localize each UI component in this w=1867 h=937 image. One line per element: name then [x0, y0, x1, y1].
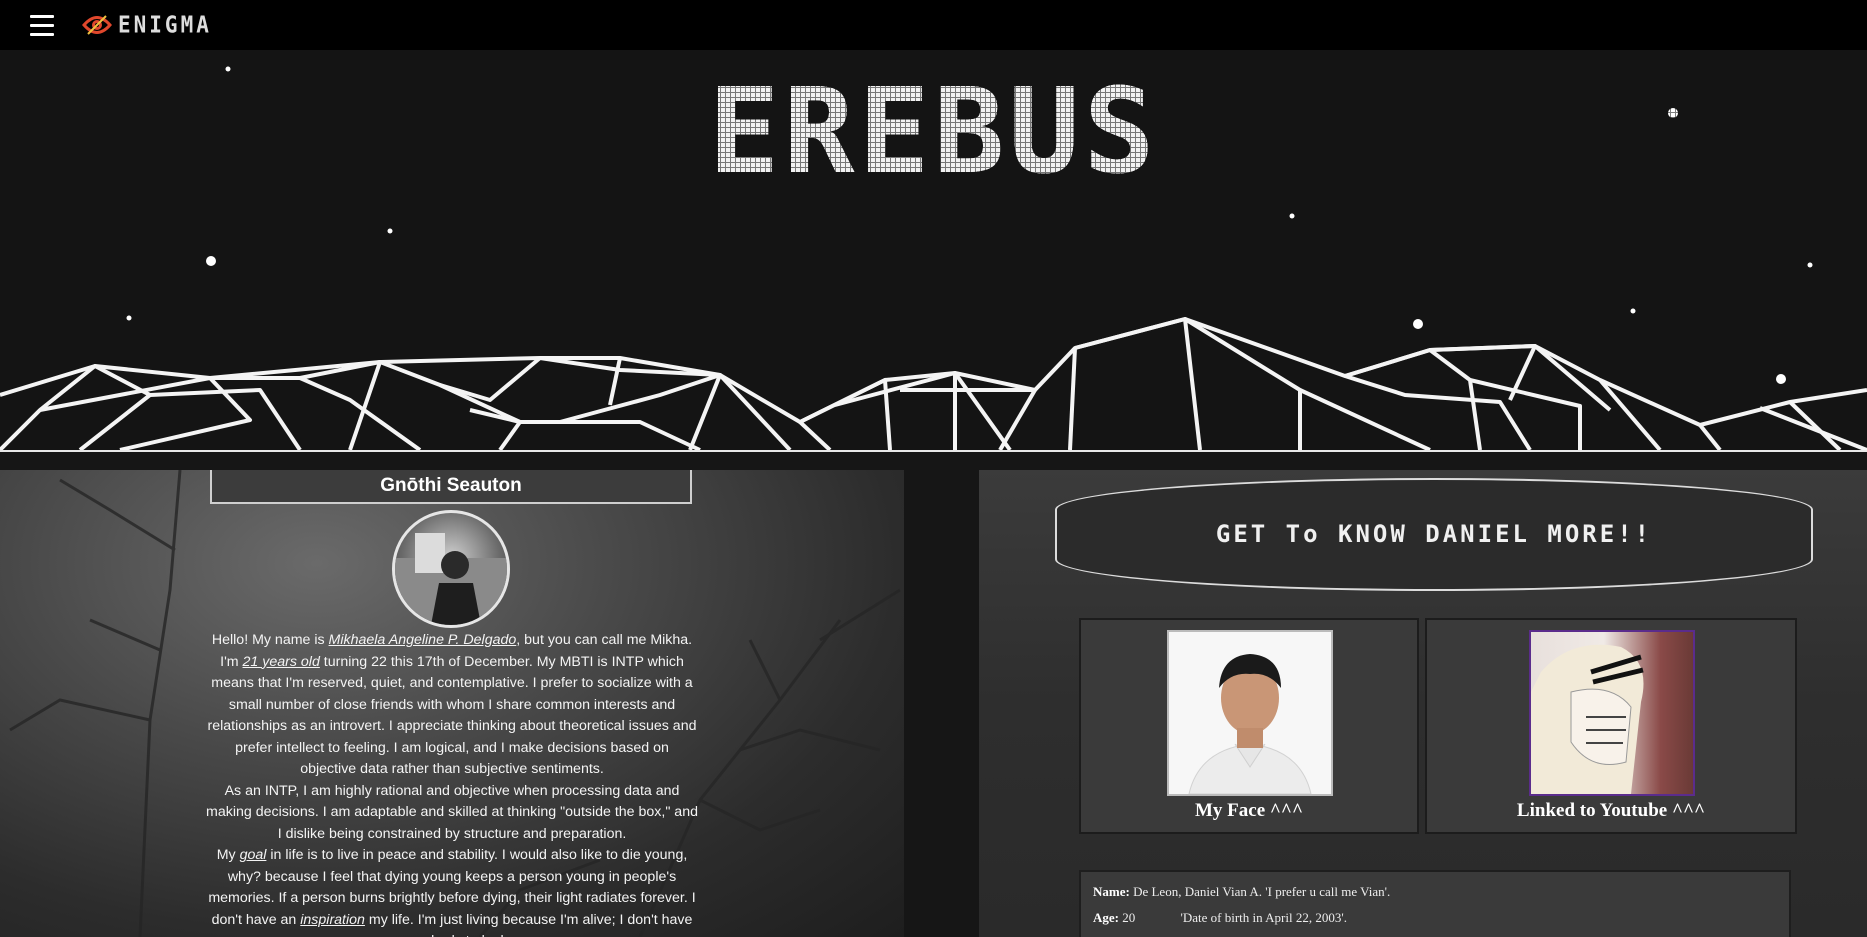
- bio-paragraph-2: As an INTP, I am highly rational and obj…: [206, 782, 698, 842]
- eye-logo-icon: [82, 15, 112, 35]
- about-me-section: Gnōthi Seauton Hello! My name is Mikhael…: [0, 470, 904, 937]
- goal-highlight: goal: [239, 847, 267, 863]
- bio-text: Hello! My name is Mikhaela Angeline P. D…: [206, 632, 698, 937]
- inspiration-highlight: inspiration: [300, 911, 365, 928]
- info-box: Name: De Leon, Daniel Vian A. 'I prefer …: [1079, 870, 1791, 937]
- divider: [0, 450, 1867, 452]
- person-silhouette-icon: [395, 533, 507, 625]
- section-title: Gnōthi Seauton: [210, 470, 692, 504]
- youtube-caption: Linked to Youtube ^^^: [1516, 800, 1706, 821]
- name-link[interactable]: Mikhaela Angeline P. Delgado: [329, 632, 517, 648]
- daniel-section: GET To KNOW DANIEL MORE!! My Face ^^^ Li: [979, 470, 1867, 937]
- age-highlight: 21 years old: [242, 653, 320, 670]
- youtube-card: Linked to Youtube ^^^: [1425, 618, 1797, 834]
- face-card: My Face ^^^: [1079, 618, 1419, 834]
- profile-photo: [392, 510, 510, 628]
- brand-logo[interactable]: ENIGMA: [82, 12, 212, 38]
- section-banner: GET To KNOW DANIEL MORE!!: [1055, 478, 1813, 591]
- brand-name: ENIGMA: [118, 11, 212, 39]
- face-photo[interactable]: [1167, 630, 1333, 796]
- info-name-row: Name: De Leon, Daniel Vian A. 'I prefer …: [1093, 884, 1391, 899]
- top-navbar: ENIGMA: [0, 0, 1867, 50]
- hero-banner: EREBUS: [0, 50, 1867, 452]
- hamburger-menu-icon[interactable]: [30, 15, 54, 37]
- hero-title: EREBUS: [0, 72, 1867, 190]
- info-age-row: Age: 20 'Date of birth in April 22, 2003…: [1093, 910, 1347, 925]
- anime-character-icon: [1531, 644, 1644, 794]
- face-caption: My Face ^^^: [1194, 800, 1304, 821]
- wireframe-mountains: [0, 317, 1867, 452]
- youtube-link-image[interactable]: [1529, 630, 1695, 796]
- person-portrait-icon: [1169, 632, 1331, 795]
- banner-title: GET To KNOW DANIEL MORE!!: [1215, 520, 1653, 548]
